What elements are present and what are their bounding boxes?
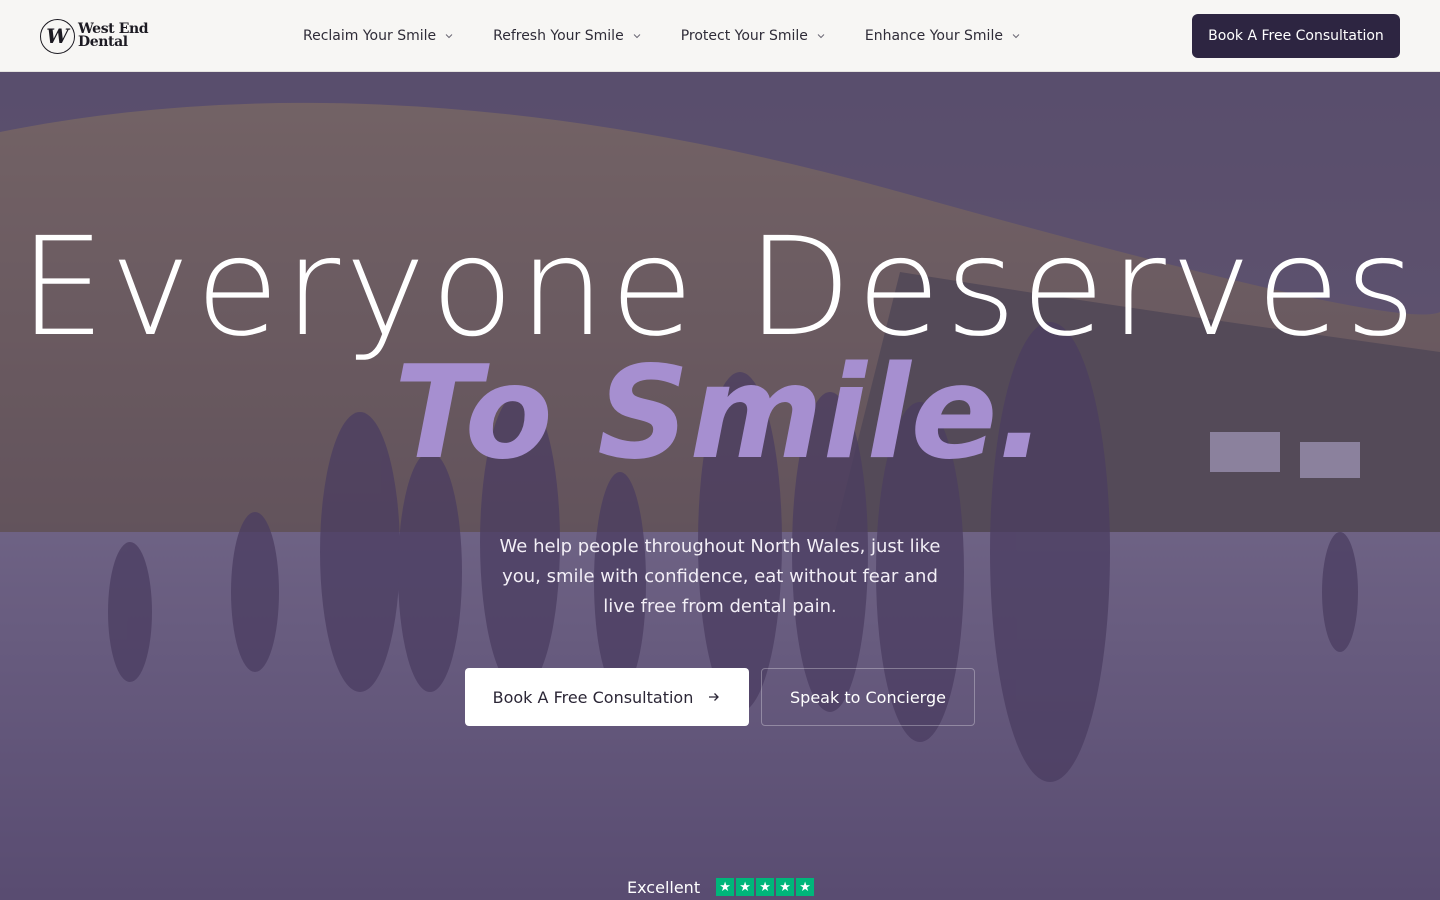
hero-section: Everyone Deserves To Smile. We help peop…: [0, 72, 1440, 900]
chevron-down-icon: [1012, 34, 1020, 39]
button-label: Book A Free Consultation: [492, 687, 694, 707]
trustpilot-star-icon: ★: [716, 878, 735, 896]
chevron-down-icon: [817, 34, 825, 39]
brand-logo[interactable]: W West End Dental: [40, 18, 160, 54]
hero-subcopy: We help people throughout North Wales, j…: [499, 536, 941, 617]
hero-headline-line-2: To Smile.: [393, 339, 1047, 488]
rating-label: Excellent: [627, 877, 701, 897]
arrow-right-icon: [709, 693, 720, 701]
logo-monogram-icon: W: [40, 18, 75, 54]
nav-item-reclaim-your-smile[interactable]: Reclaim Your Smile: [303, 24, 455, 48]
main-nav: Reclaim Your Smile Refresh Your Smile Pr…: [303, 24, 1060, 48]
trustpilot-star-icon: ★: [776, 878, 795, 896]
hero-headline-line-1: Everyone Deserves: [19, 209, 1421, 367]
nav-item-label: Reclaim Your Smile: [303, 28, 437, 44]
nav-item-label: Protect Your Smile: [680, 28, 808, 44]
nav-item-protect-your-smile[interactable]: Protect Your Smile: [681, 24, 827, 48]
nav-item-refresh-your-smile[interactable]: Refresh Your Smile: [493, 24, 643, 48]
chevron-down-icon: [633, 34, 641, 39]
logo-line-2: Dental: [78, 34, 128, 50]
trustpilot-star-icon: ★: [736, 878, 755, 896]
nav-item-label: Refresh Your Smile: [493, 28, 624, 44]
book-consultation-hero-button[interactable]: Book A Free Consultation: [465, 668, 749, 726]
chevron-down-icon: [445, 34, 453, 39]
top-navbar: W West End Dental Reclaim Your Smile Ref…: [0, 0, 1440, 72]
nav-item-label: Enhance Your Smile: [864, 28, 1003, 44]
rating-stars: ★ ★ ★ ★ ★: [716, 878, 816, 896]
speak-to-concierge-button[interactable]: Speak to Concierge: [761, 668, 975, 726]
trustpilot-star-icon: ★: [756, 878, 775, 896]
book-consultation-nav-button[interactable]: Book A Free Consultation: [1192, 14, 1400, 58]
trustpilot-rating[interactable]: Excellent ★ ★ ★ ★ ★: [627, 876, 816, 898]
logo-wordmark: West End Dental: [78, 22, 149, 50]
nav-item-enhance-your-smile[interactable]: Enhance Your Smile: [865, 24, 1022, 48]
trustpilot-star-icon: ★: [796, 878, 815, 896]
